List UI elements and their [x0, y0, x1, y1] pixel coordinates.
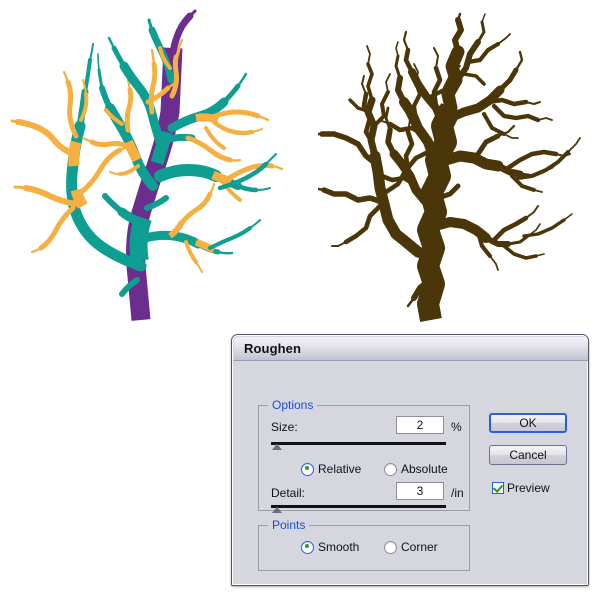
radio-relative-dot [301, 462, 314, 476]
radio-corner[interactable]: Corner [384, 540, 438, 554]
options-group-label: Options [268, 398, 318, 412]
points-group: Points Smooth Corner [258, 518, 470, 571]
radio-smooth[interactable]: Smooth [301, 540, 359, 554]
detail-input[interactable] [396, 482, 444, 500]
radio-absolute[interactable]: Absolute [384, 462, 448, 476]
radio-relative[interactable]: Relative [301, 462, 361, 476]
size-slider-thumb[interactable] [272, 444, 282, 450]
detail-slider-track[interactable] [271, 505, 446, 508]
radio-absolute-dot [384, 462, 397, 476]
roughen-dialog: Roughen Options Size: % Relative A [231, 334, 589, 586]
points-group-label: Points [268, 518, 310, 532]
radio-smooth-dot [301, 540, 314, 554]
options-group: Options Size: % Relative Absolute Detail… [258, 398, 470, 513]
size-input[interactable] [396, 416, 444, 434]
dialog-title: Roughen [244, 341, 302, 356]
radio-smooth-label: Smooth [318, 540, 360, 554]
radio-relative-label: Relative [318, 462, 362, 476]
detail-label: Detail: [271, 486, 306, 500]
size-unit: % [451, 420, 462, 434]
dialog-titlebar[interactable]: Roughen [234, 337, 588, 361]
detail-slider-thumb[interactable] [272, 507, 282, 513]
tree-original-artwork[interactable] [10, 8, 310, 328]
ok-button[interactable]: OK [489, 413, 567, 433]
radio-corner-label: Corner [401, 540, 438, 554]
preview-checkbox-label: Preview [507, 481, 550, 495]
size-label: Size: [271, 420, 298, 434]
radio-absolute-label: Absolute [401, 462, 448, 476]
size-slider-track[interactable] [271, 442, 446, 445]
tree-roughened-artwork[interactable] [318, 8, 593, 328]
screen: Roughen Options Size: % Relative A [0, 0, 600, 600]
preview-checkbox-box [492, 482, 504, 494]
cancel-button[interactable]: Cancel [489, 445, 567, 465]
radio-corner-dot [384, 540, 397, 554]
dialog-body: Options Size: % Relative Absolute Detail… [236, 363, 586, 583]
detail-unit: /in [451, 486, 464, 500]
preview-checkbox[interactable]: Preview [492, 481, 550, 495]
